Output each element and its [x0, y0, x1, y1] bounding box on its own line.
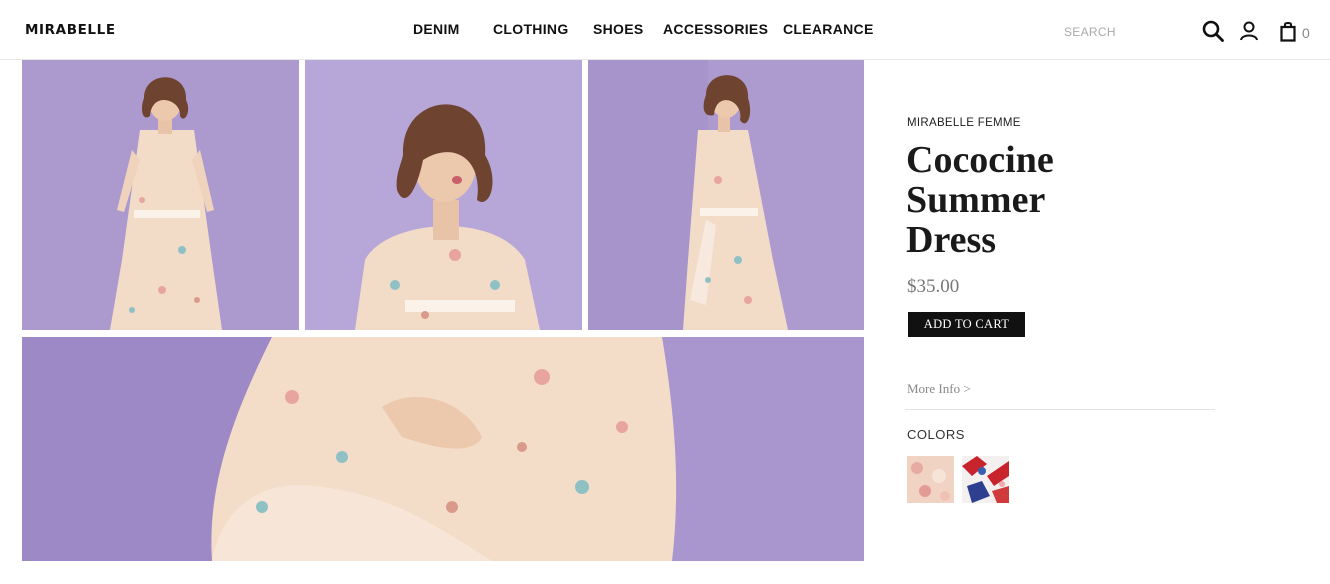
bag-icon[interactable]	[1276, 19, 1300, 43]
more-info-link[interactable]: More Info >	[907, 381, 971, 397]
add-to-cart-button[interactable]: ADD TO CART	[908, 312, 1025, 337]
product-brand: MIRABELLE FEMME	[907, 117, 1021, 129]
product-photo-detail[interactable]	[22, 337, 864, 561]
product-price: $35.00	[907, 276, 960, 297]
nav-clearance[interactable]: CLEARANCE	[783, 21, 874, 37]
product-title-line: Summer	[906, 179, 1046, 221]
color-swatch-blush-floral[interactable]	[907, 456, 954, 503]
colors-label: COLORS	[907, 427, 965, 442]
site-header: MIRABELLE DENIM CLOTHING SHOES ACCESSORI…	[0, 0, 1330, 60]
product-photo-3[interactable]	[588, 60, 864, 330]
nav-accessories[interactable]: ACCESSORIES	[663, 21, 768, 37]
nav-clothing[interactable]: CLOTHING	[493, 21, 569, 37]
user-icon[interactable]	[1237, 19, 1261, 43]
product-photo-1[interactable]	[22, 60, 299, 330]
nav-denim[interactable]: DENIM	[413, 21, 460, 37]
product-title-line: Dress	[906, 219, 997, 261]
color-swatch-red-blue-print[interactable]	[962, 456, 1009, 503]
search-icon[interactable]	[1201, 19, 1225, 43]
cart-count: 0	[1302, 25, 1310, 41]
nav-shoes[interactable]: SHOES	[593, 21, 644, 37]
site-logo[interactable]: MIRABELLE	[25, 22, 116, 38]
product-title: Cococine Summer Dress	[906, 140, 1166, 260]
product-title-line: Cococine	[906, 139, 1054, 181]
divider	[905, 409, 1215, 410]
search-input[interactable]	[1064, 24, 1184, 40]
product-photo-2[interactable]	[305, 60, 582, 330]
